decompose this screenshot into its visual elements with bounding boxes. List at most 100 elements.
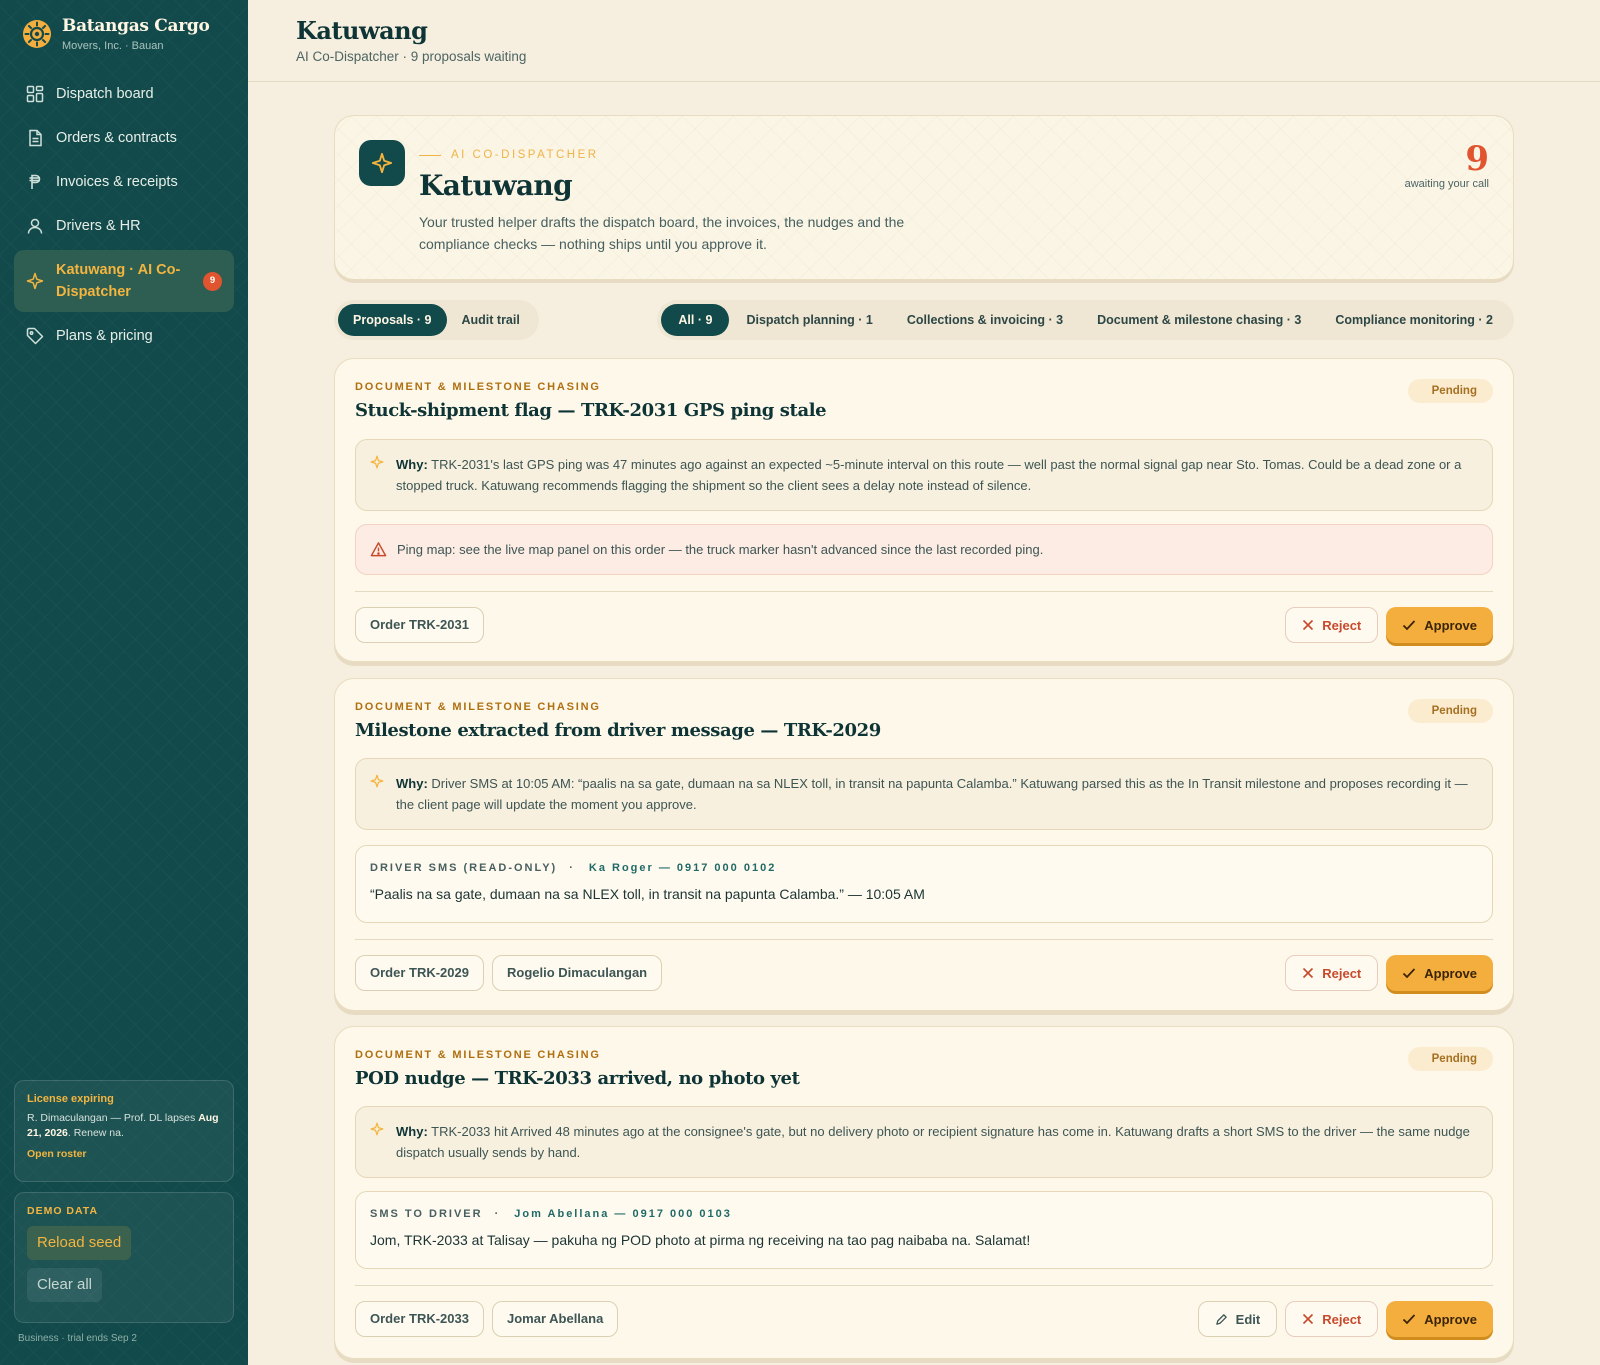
sms-label: DRIVER SMS (READ-ONLY) [370,862,558,874]
sms-label: SMS TO DRIVER [370,1208,483,1220]
view-tabs: Proposals · 9 Audit trail [334,300,539,340]
sidebar-item-dispatch-board[interactable]: Dispatch board [14,74,234,114]
proposal-title: Stuck-shipment flag — TRK-2031 GPS ping … [355,400,827,421]
page-subtitle: AI Co-Dispatcher · 9 proposals waiting [296,49,527,64]
proposal-category: DOCUMENT & MILESTONE CHASING [355,381,601,393]
reject-label: Reject [1322,617,1362,633]
hero-sparkle-badge [359,140,405,186]
why-explanation: Why: TRK-2033 hit Arrived 48 minutes ago… [355,1106,1493,1178]
sms-contact: Jom Abellana — 0917 000 0103 [514,1208,732,1220]
hero-title: Katuwang [419,169,573,202]
sidebar-item-plans[interactable]: Plans & pricing [14,316,234,356]
awaiting-count: 9 awaiting your call [1405,140,1489,190]
sidebar-item-label: Dispatch board [56,86,154,102]
reject-button[interactable]: Reject [1285,1301,1379,1337]
related-links: Order TRK-2033 Jomar Abellana [355,1301,626,1337]
person-icon [27,218,43,234]
why-text: TRK-2033 hit Arrived 48 minutes ago at t… [396,1124,1470,1160]
approve-label: Approve [1424,965,1477,981]
sidebar-item-label: Katuwang · AI Co-Dispatcher [56,262,181,300]
page-title: Katuwang [296,16,428,45]
approve-label: Approve [1424,1311,1477,1327]
close-icon [1303,619,1314,631]
status-text: Pending [1431,385,1477,397]
license-body: R. Dimaculangan — Prof. DL lapses Aug 21… [27,1111,221,1141]
clear-all-button[interactable]: Clear all [27,1268,103,1302]
proposal-category: DOCUMENT & MILESTONE CHASING [355,1049,601,1061]
brand[interactable]: Batangas Cargo Movers, Inc. · Bauan [22,16,210,52]
hero-card: AI CO-DISPATCHER Katuwang Your trusted h… [334,115,1514,280]
edit-label: Edit [1235,1311,1261,1327]
card-actions: Edit Reject Approve [1190,1301,1493,1337]
sparkle-icon [370,1122,384,1136]
sms-separator: · [494,1208,501,1220]
order-chip[interactable]: Order TRK-2031 [355,607,484,643]
why-text: Driver SMS at 10:05 AM: “paalis na sa ga… [396,776,1468,812]
order-chip[interactable]: Order TRK-2033 [355,1301,484,1337]
brand-name: Batangas Cargo [62,16,210,36]
sms-header: SMS TO DRIVER · Jom Abellana — 0917 000 … [370,1208,1478,1220]
brand-subtitle: Movers, Inc. · Bauan [62,40,164,52]
filter-collections-invoicing[interactable]: Collections & invoicing · 3 [890,304,1080,336]
sms-contact: Ka Roger — 0917 000 0102 [588,862,777,874]
sidebar-item-drivers[interactable]: Drivers & HR [14,206,234,246]
filter-document-milestone[interactable]: Document & milestone chasing · 3 [1080,304,1318,336]
close-icon [1303,1313,1314,1325]
driver-chip[interactable]: Jomar Abellana [491,1301,619,1337]
proposal-title: POD nudge — TRK-2033 arrived, no photo y… [355,1068,800,1089]
driver-chip[interactable]: Rogelio Dimaculangan [491,955,663,991]
reject-label: Reject [1322,1311,1362,1327]
order-chip[interactable]: Order TRK-2029 [355,955,484,991]
tab-audit-trail[interactable]: Audit trail [447,304,535,336]
license-title: License expiring [27,1093,114,1105]
sidebar-item-label: Drivers & HR [56,218,141,234]
sidebar-item-orders[interactable]: Orders & contracts [14,118,234,158]
sparkle-icon [370,774,384,788]
license-body-text: R. Dimaculangan — Prof. DL lapses [27,1112,199,1124]
status-text: Pending [1431,1053,1477,1065]
reject-button[interactable]: Reject [1285,607,1379,643]
proposal-category: DOCUMENT & MILESTONE CHASING [355,701,601,713]
approve-button[interactable]: Approve [1386,607,1493,643]
open-roster-link[interactable]: Open roster [27,1148,221,1160]
divider [355,939,1493,940]
sparkle-icon [371,152,393,174]
approve-button[interactable]: Approve [1386,1301,1493,1337]
proposal-card: DOCUMENT & MILESTONE CHASING Stuck-shipm… [334,358,1514,662]
related-links: Order TRK-2029 Rogelio Dimaculangan [355,955,670,991]
proposal-title: Milestone extracted from driver message … [355,720,881,741]
sidebar-item-invoices[interactable]: Invoices & receipts [14,162,234,202]
category-filters: All · 9 Dispatch planning · 1 Collection… [657,300,1514,340]
document-icon [29,129,42,147]
reload-seed-button[interactable]: Reload seed [27,1226,132,1260]
why-explanation: Why: Driver SMS at 10:05 AM: “paalis na … [355,758,1493,830]
sidebar-item-label: Plans & pricing [56,328,153,344]
card-actions: Reject Approve [1277,955,1493,991]
edit-button[interactable]: Edit [1197,1301,1278,1337]
sidebar: Batangas Cargo Movers, Inc. · Bauan Disp… [0,0,248,1365]
sidebar-item-label: Orders & contracts [56,130,177,146]
license-expiring-notice: License expiring R. Dimaculangan — Prof.… [14,1080,234,1182]
tab-proposals[interactable]: Proposals · 9 [338,304,447,336]
driver-sms-panel: DRIVER SMS (READ-ONLY) · Ka Roger — 0917… [355,845,1493,923]
close-icon [1303,967,1314,979]
sidebar-item-katuwang[interactable]: Katuwang · AI Co-Dispatcher 9 [14,250,234,312]
awaiting-count-number: 9 [1465,139,1489,179]
check-icon [1403,1314,1416,1325]
filter-dispatch-planning[interactable]: Dispatch planning · 1 [729,304,889,336]
notification-badge: 9 [203,271,222,291]
page-header: Katuwang AI Co-Dispatcher · 9 proposals … [248,0,1600,82]
reject-button[interactable]: Reject [1285,955,1379,991]
filter-all[interactable]: All · 9 [661,304,730,336]
approve-label: Approve [1424,617,1477,633]
filter-compliance-monitoring[interactable]: Compliance monitoring · 2 [1318,304,1510,336]
ping-map-alert: Ping map: see the live map panel on this… [355,524,1493,575]
proposal-card: DOCUMENT & MILESTONE CHASING POD nudge —… [334,1026,1514,1359]
approve-button[interactable]: Approve [1386,955,1493,991]
pencil-icon [1215,1313,1227,1325]
plan-footnote: Business · trial ends Sep 2 [18,1333,137,1344]
sms-separator: · [569,862,575,874]
why-explanation: Why: TRK-2031's last GPS ping was 47 min… [355,439,1493,511]
sparkle-icon [370,455,384,469]
sms-body: Jom, TRK-2033 at Talisay — pakuha ng POD… [370,1232,1031,1248]
